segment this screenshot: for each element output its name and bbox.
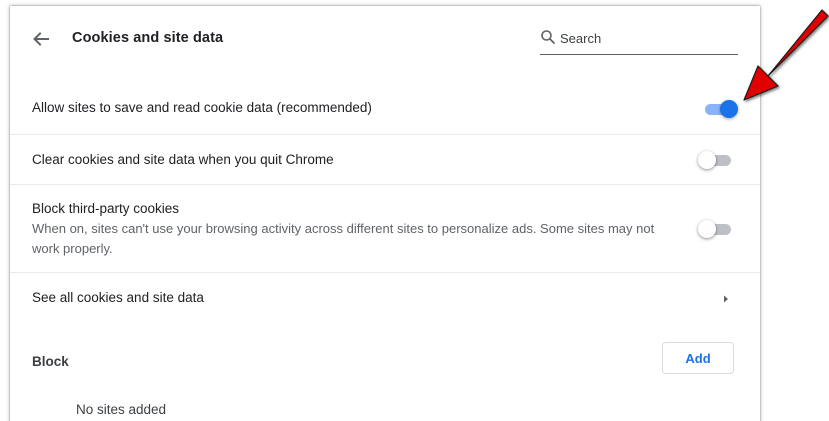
block-section-title: Block xyxy=(32,354,69,369)
toggle-knob xyxy=(698,151,716,169)
search-icon xyxy=(541,30,555,44)
setting-row-clear-on-quit[interactable]: Clear cookies and site data when you qui… xyxy=(10,134,760,184)
block-third-party-toggle[interactable] xyxy=(698,219,734,239)
search-input[interactable] xyxy=(560,28,730,48)
search-field[interactable] xyxy=(540,28,738,55)
chevron-right-icon xyxy=(724,295,728,303)
setting-label: Allow sites to save and read cookie data… xyxy=(32,100,372,115)
setting-row-block-third-party[interactable]: Block third-party cookies When on, sites… xyxy=(10,184,760,272)
screenshot-stage: Cookies and site data Allow sites to sav… xyxy=(0,0,829,421)
setting-description: When on, sites can't use your browsing a… xyxy=(32,221,655,256)
arrow-back-icon xyxy=(33,32,49,46)
red-arrow-annotation-icon xyxy=(743,9,829,101)
toggle-knob xyxy=(698,220,716,238)
add-blocked-site-button[interactable]: Add xyxy=(662,342,734,374)
page-header: Cookies and site data xyxy=(10,6,760,70)
setting-label: Block third-party cookies xyxy=(32,201,180,216)
setting-label: Clear cookies and site data when you qui… xyxy=(32,152,334,167)
setting-row-allow-cookies[interactable]: Allow sites to save and read cookie data… xyxy=(10,70,760,134)
see-all-cookies-link[interactable]: See all cookies and site data xyxy=(10,272,760,322)
no-sites-added-text: No sites added xyxy=(76,402,167,417)
page-title: Cookies and site data xyxy=(72,30,224,46)
see-all-label: See all cookies and site data xyxy=(32,290,204,305)
back-button[interactable] xyxy=(28,26,54,52)
settings-panel: Cookies and site data Allow sites to sav… xyxy=(10,6,760,421)
clear-on-quit-toggle[interactable] xyxy=(698,150,734,170)
